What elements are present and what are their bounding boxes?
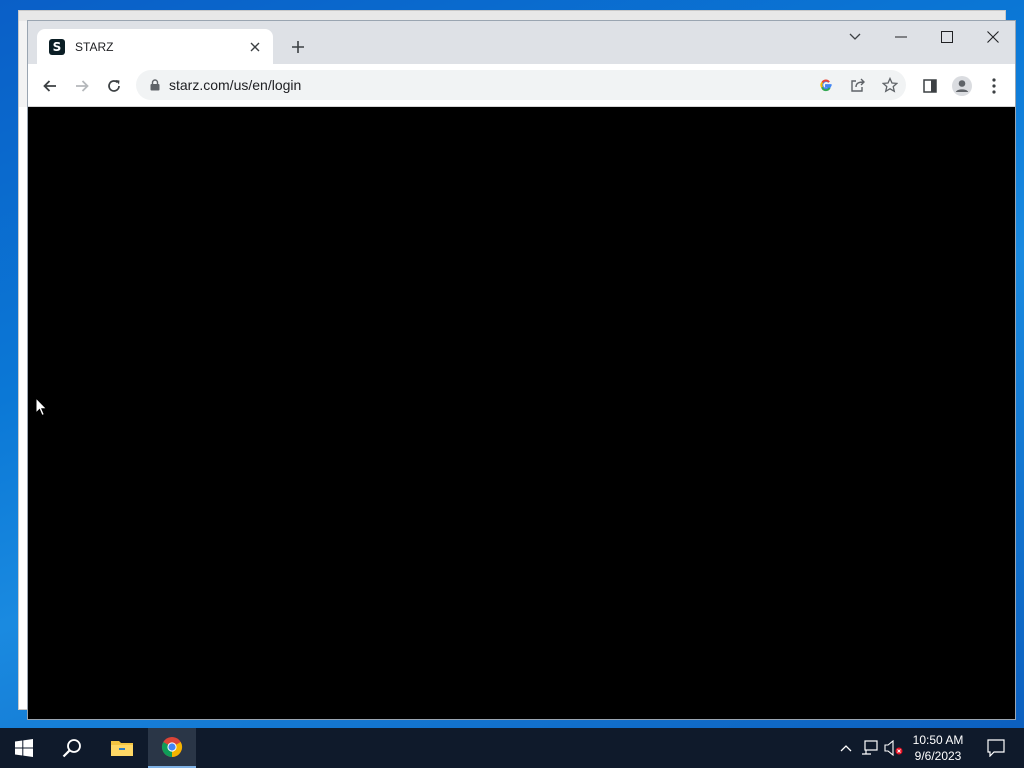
clock-time: 10:50 AM xyxy=(912,733,964,747)
arrow-right-icon xyxy=(76,80,89,92)
search-icon xyxy=(62,739,81,758)
action-center-button[interactable] xyxy=(976,728,1016,768)
close-button[interactable] xyxy=(970,21,1016,53)
profile-icon[interactable] xyxy=(948,72,976,100)
start-button[interactable] xyxy=(0,728,48,768)
file-explorer-button[interactable] xyxy=(98,728,146,768)
browser-window: S STARZ starz.com/us/en/login xyxy=(27,20,1016,720)
kebab-menu-icon[interactable] xyxy=(980,72,1008,100)
search-button[interactable] xyxy=(48,728,96,768)
notification-icon xyxy=(987,739,1005,757)
browser-toolbar: starz.com/us/en/login xyxy=(28,64,1015,107)
volume-muted-icon[interactable] xyxy=(884,738,904,758)
reload-icon xyxy=(108,80,120,92)
windows-icon xyxy=(15,739,33,757)
side-panel-icon[interactable] xyxy=(916,72,944,100)
back-button[interactable] xyxy=(36,72,64,100)
star-icon[interactable] xyxy=(874,70,906,100)
tab-search-button[interactable] xyxy=(832,21,878,53)
tab-close-icon[interactable] xyxy=(245,37,265,57)
maximize-button[interactable] xyxy=(924,21,970,53)
clock-date: 9/6/2023 xyxy=(914,749,962,763)
address-bar[interactable]: starz.com/us/en/login xyxy=(136,70,906,100)
tab-title: STARZ xyxy=(75,39,114,54)
tab-starz[interactable]: S STARZ xyxy=(37,29,273,64)
network-icon[interactable] xyxy=(860,738,880,758)
arrow-left-icon xyxy=(43,80,56,92)
reload-button[interactable] xyxy=(100,72,128,100)
title-bar: S STARZ xyxy=(28,21,1015,64)
forward-button[interactable] xyxy=(68,72,96,100)
taskbar: 10:50 AM 9/6/2023 xyxy=(0,728,1024,768)
favicon-letter: S xyxy=(52,39,62,54)
chrome-icon xyxy=(161,737,183,758)
starz-favicon-icon: S xyxy=(49,38,65,55)
google-icon[interactable] xyxy=(810,70,842,100)
minimize-button[interactable] xyxy=(878,21,924,53)
chevron-up-icon[interactable] xyxy=(836,738,856,758)
new-tab-button[interactable] xyxy=(286,35,310,59)
chrome-taskbar-button[interactable] xyxy=(148,728,196,768)
lock-icon[interactable] xyxy=(149,78,161,92)
mouse-cursor-icon xyxy=(35,396,49,417)
page-content[interactable] xyxy=(28,107,1015,719)
folder-icon xyxy=(111,741,133,756)
system-clock[interactable]: 10:50 AM 9/6/2023 xyxy=(906,732,970,764)
share-icon[interactable] xyxy=(842,70,874,100)
url-text[interactable]: starz.com/us/en/login xyxy=(169,77,810,93)
